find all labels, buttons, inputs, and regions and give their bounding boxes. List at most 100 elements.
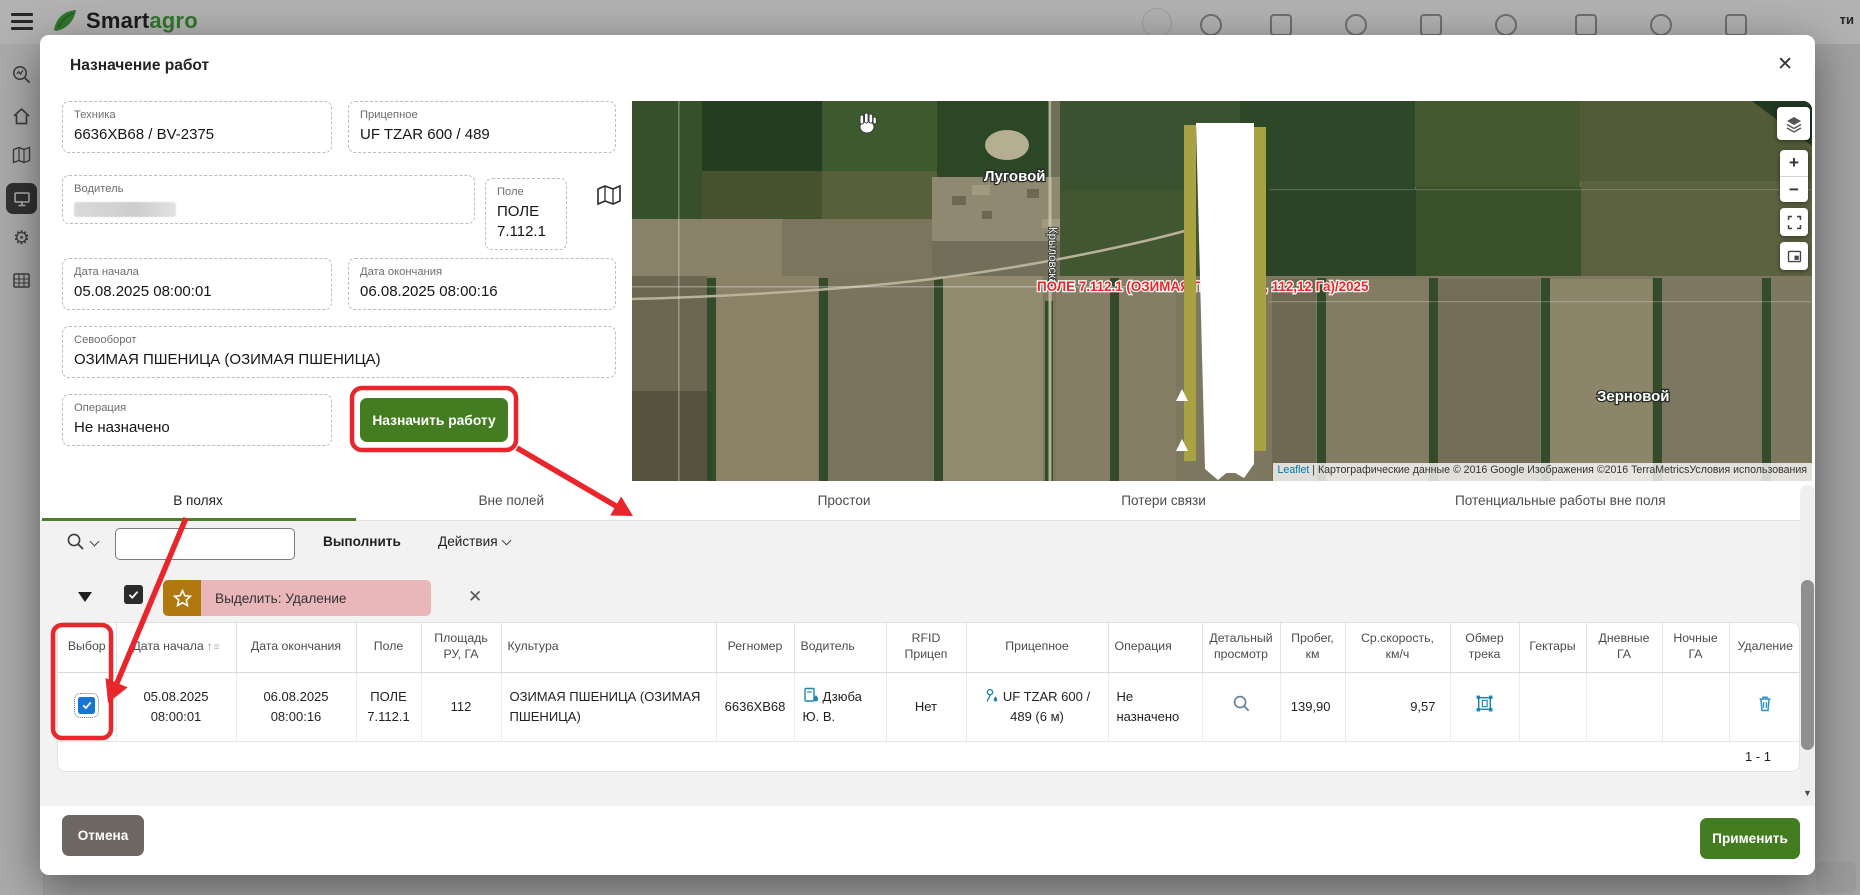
chip-close-icon[interactable]: ✕ <box>468 588 482 605</box>
group-expander-icon[interactable] <box>78 592 92 602</box>
cancel-button[interactable]: Отмена <box>62 815 144 856</box>
cell-field: ПОЛЕ 7.112.1 <box>356 672 421 741</box>
tab-connection-loss[interactable]: Потери связи <box>1022 481 1306 520</box>
tab-potential-work[interactable]: Потенциальные работы вне поля <box>1306 481 1815 520</box>
execute-button[interactable]: Выполнить <box>323 534 401 549</box>
operation-field[interactable]: Операция Не назначено <box>62 394 332 446</box>
map-label-lugovoy: Луговой <box>984 168 1046 185</box>
screen: Smartagro ти <box>0 0 1860 895</box>
tech-field[interactable]: Техника 6636ХВ68 / BV-2375 <box>62 101 332 153</box>
col-date-start[interactable]: Дата начала ↑≡ <box>116 623 236 672</box>
track-frame-icon <box>1475 694 1494 713</box>
cell-detail-view <box>1202 672 1280 741</box>
apply-button[interactable]: Применить <box>1700 818 1800 859</box>
column-menu-icon: ≡ <box>214 642 220 653</box>
date-start-label: Дата начала <box>74 265 320 279</box>
star-icon <box>173 589 192 608</box>
select-all-checkbox[interactable] <box>124 585 143 604</box>
assign-work-button[interactable]: Назначить работу <box>360 398 508 442</box>
cell-mileage: 139,90 <box>1280 672 1345 741</box>
fullscreen-button[interactable] <box>1780 208 1808 236</box>
field-field[interactable]: Поле ПОЛЕ 7.112.1 <box>485 178 567 250</box>
cell-avg-speed: 9,57 <box>1345 672 1450 741</box>
row-checkbox-checked[interactable] <box>78 697 95 714</box>
date-end-field[interactable]: Дата окончания 06.08.2025 08:00:16 <box>348 258 616 310</box>
layers-button[interactable] <box>1777 107 1810 140</box>
col-mileage: Пробег, км <box>1280 623 1345 672</box>
satellite-map[interactable]: Луговой Зерновой Крыловская ПОЛЕ 7.112.1… <box>632 101 1812 481</box>
cell-culture: ОЗИМАЯ ПШЕНИЦА (ОЗИМАЯ ПШЕНИЦА) <box>501 672 716 741</box>
date-end-label: Дата окончания <box>360 265 604 279</box>
operation-label: Операция <box>74 401 320 415</box>
date-start-field[interactable]: Дата начала 05.08.2025 08:00:01 <box>62 258 332 310</box>
delete-row-button[interactable] <box>1756 694 1774 719</box>
col-detail-view: Детальный просмотр <box>1202 623 1280 672</box>
col-culture: Культура <box>501 623 716 672</box>
cell-operation: Не назначено <box>1108 672 1202 741</box>
actions-dropdown[interactable]: Действия <box>438 534 510 549</box>
col-delete: Удаление <box>1729 623 1800 672</box>
trailer-label: Прицепное <box>360 108 604 122</box>
trailer-name: UF TZAR 600 / 489 (6 м) <box>1003 689 1090 724</box>
open-map-button[interactable] <box>596 183 622 207</box>
cell-date-start: 05.08.2025 08:00:01 <box>116 672 236 741</box>
zoom-out-button[interactable]: − <box>1780 177 1808 203</box>
track-measure-button[interactable] <box>1475 694 1494 719</box>
col-date-start-label: Дата начала <box>132 639 203 653</box>
search-icon <box>66 532 86 552</box>
rotation-field[interactable]: Севооборот ОЗИМАЯ ПШЕНИЦА (ОЗИМАЯ ПШЕНИЦ… <box>62 326 616 378</box>
fullscreen-icon <box>1786 214 1803 231</box>
magnifier-icon <box>1232 694 1251 713</box>
col-select: Выбор <box>58 623 116 672</box>
modal-scrollbar-thumb[interactable] <box>1801 580 1814 750</box>
tab-in-fields[interactable]: В полях <box>40 481 356 520</box>
scrollbar-down-arrow[interactable]: ▼ <box>1800 785 1815 801</box>
trailer-hook-icon <box>984 688 1000 704</box>
tab-out-of-fields[interactable]: Вне полей <box>356 481 667 520</box>
date-end-value: 06.08.2025 08:00:16 <box>360 282 604 302</box>
actions-chevron-icon <box>501 536 511 546</box>
search-input[interactable] <box>115 528 295 560</box>
minimap-icon <box>1786 248 1803 265</box>
cell-night-ha <box>1662 672 1729 741</box>
cell-hectares <box>1519 672 1586 741</box>
cell-trailer: UF TZAR 600 / 489 (6 м) <box>966 672 1108 741</box>
rotation-label: Севооборот <box>74 333 604 347</box>
detail-view-button[interactable] <box>1232 694 1251 719</box>
sort-asc-icon: ↑ <box>207 639 213 653</box>
zoom-control: + − <box>1780 150 1808 202</box>
chip-star-button[interactable] <box>163 580 201 616</box>
col-area: Площадь РУ, ГА <box>421 623 501 672</box>
trailer-field[interactable]: Прицепное UF TZAR 600 / 489 <box>348 101 616 153</box>
dialog-footer: Отмена Применить <box>40 806 1815 875</box>
col-hectares: Гектары <box>1519 623 1586 672</box>
driver-value-redacted <box>74 202 176 217</box>
cell-driver: Дзюба Ю. В. <box>794 672 886 741</box>
search-filter-button[interactable] <box>66 532 98 552</box>
date-start-value: 05.08.2025 08:00:01 <box>74 282 320 302</box>
table-row: 05.08.2025 08:00:01 06.08.2025 08:00:16 … <box>58 672 1800 741</box>
col-avg-speed: Ср.скорость, км/ч <box>1345 623 1450 672</box>
check-icon <box>81 699 93 711</box>
leaflet-link[interactable]: Leaflet <box>1278 464 1310 476</box>
cell-select <box>58 672 116 741</box>
col-operation: Операция <box>1108 623 1202 672</box>
highlight-filter-chip[interactable]: Выделить: Удаление <box>163 580 431 616</box>
tab-idle[interactable]: Простои <box>667 481 1022 520</box>
col-trailer: Прицепное <box>966 623 1108 672</box>
cell-track-measure <box>1450 672 1519 741</box>
check-icon <box>127 588 140 601</box>
results-table: Выбор Дата начала↑≡ Дата окончания Поле … <box>58 623 1800 742</box>
chip-label: Выделить: Удаление <box>201 580 431 616</box>
tech-value: 6636ХВ68 / BV-2375 <box>74 125 320 145</box>
table-header-row: Выбор Дата начала↑≡ Дата окончания Поле … <box>58 623 1800 672</box>
tech-label: Техника <box>74 108 320 122</box>
driver-field[interactable]: Водитель <box>62 175 475 224</box>
close-icon[interactable]: ✕ <box>1777 55 1793 74</box>
field-value: ПОЛЕ 7.112.1 <box>497 202 555 241</box>
actions-label: Действия <box>438 534 498 549</box>
zoom-in-button[interactable]: + <box>1780 150 1808 177</box>
pagination: 1 - 1 <box>58 742 1799 771</box>
work-assignment-dialog: Назначение работ ✕ Техника 6636ХВ68 / BV… <box>40 35 1815 875</box>
overview-button[interactable] <box>1780 242 1808 270</box>
